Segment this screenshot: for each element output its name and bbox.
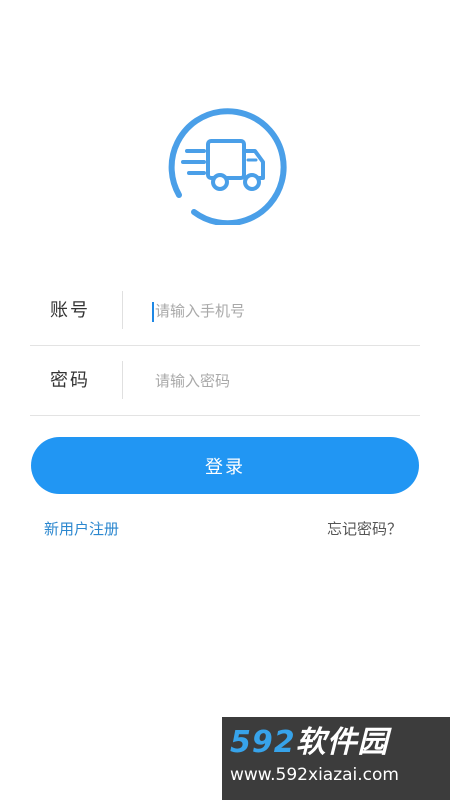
delivery-truck-icon xyxy=(168,108,287,227)
password-input[interactable] xyxy=(152,364,405,398)
watermark-brand-text: 软件园 xyxy=(295,725,389,760)
register-link[interactable]: 新用户注册 xyxy=(44,518,119,539)
watermark-url: www.592xiazai.com xyxy=(230,765,399,785)
password-divider xyxy=(122,361,123,399)
password-row: 密码 xyxy=(30,346,420,416)
password-label: 密码 xyxy=(50,370,90,391)
account-divider xyxy=(122,291,123,329)
watermark-brand: 592软件园 xyxy=(230,725,450,761)
forgot-password-link[interactable]: 忘记密码？ xyxy=(327,518,402,539)
watermark: 592软件园 www.592xiazai.com xyxy=(222,717,450,800)
text-cursor xyxy=(152,302,154,322)
watermark-brand-number: 592 xyxy=(230,725,296,760)
account-label: 账号 xyxy=(50,300,90,321)
app-logo xyxy=(160,100,290,227)
phone-input[interactable] xyxy=(152,294,405,328)
account-row: 账号 xyxy=(30,276,420,346)
login-button[interactable]: 登录 xyxy=(31,437,419,494)
